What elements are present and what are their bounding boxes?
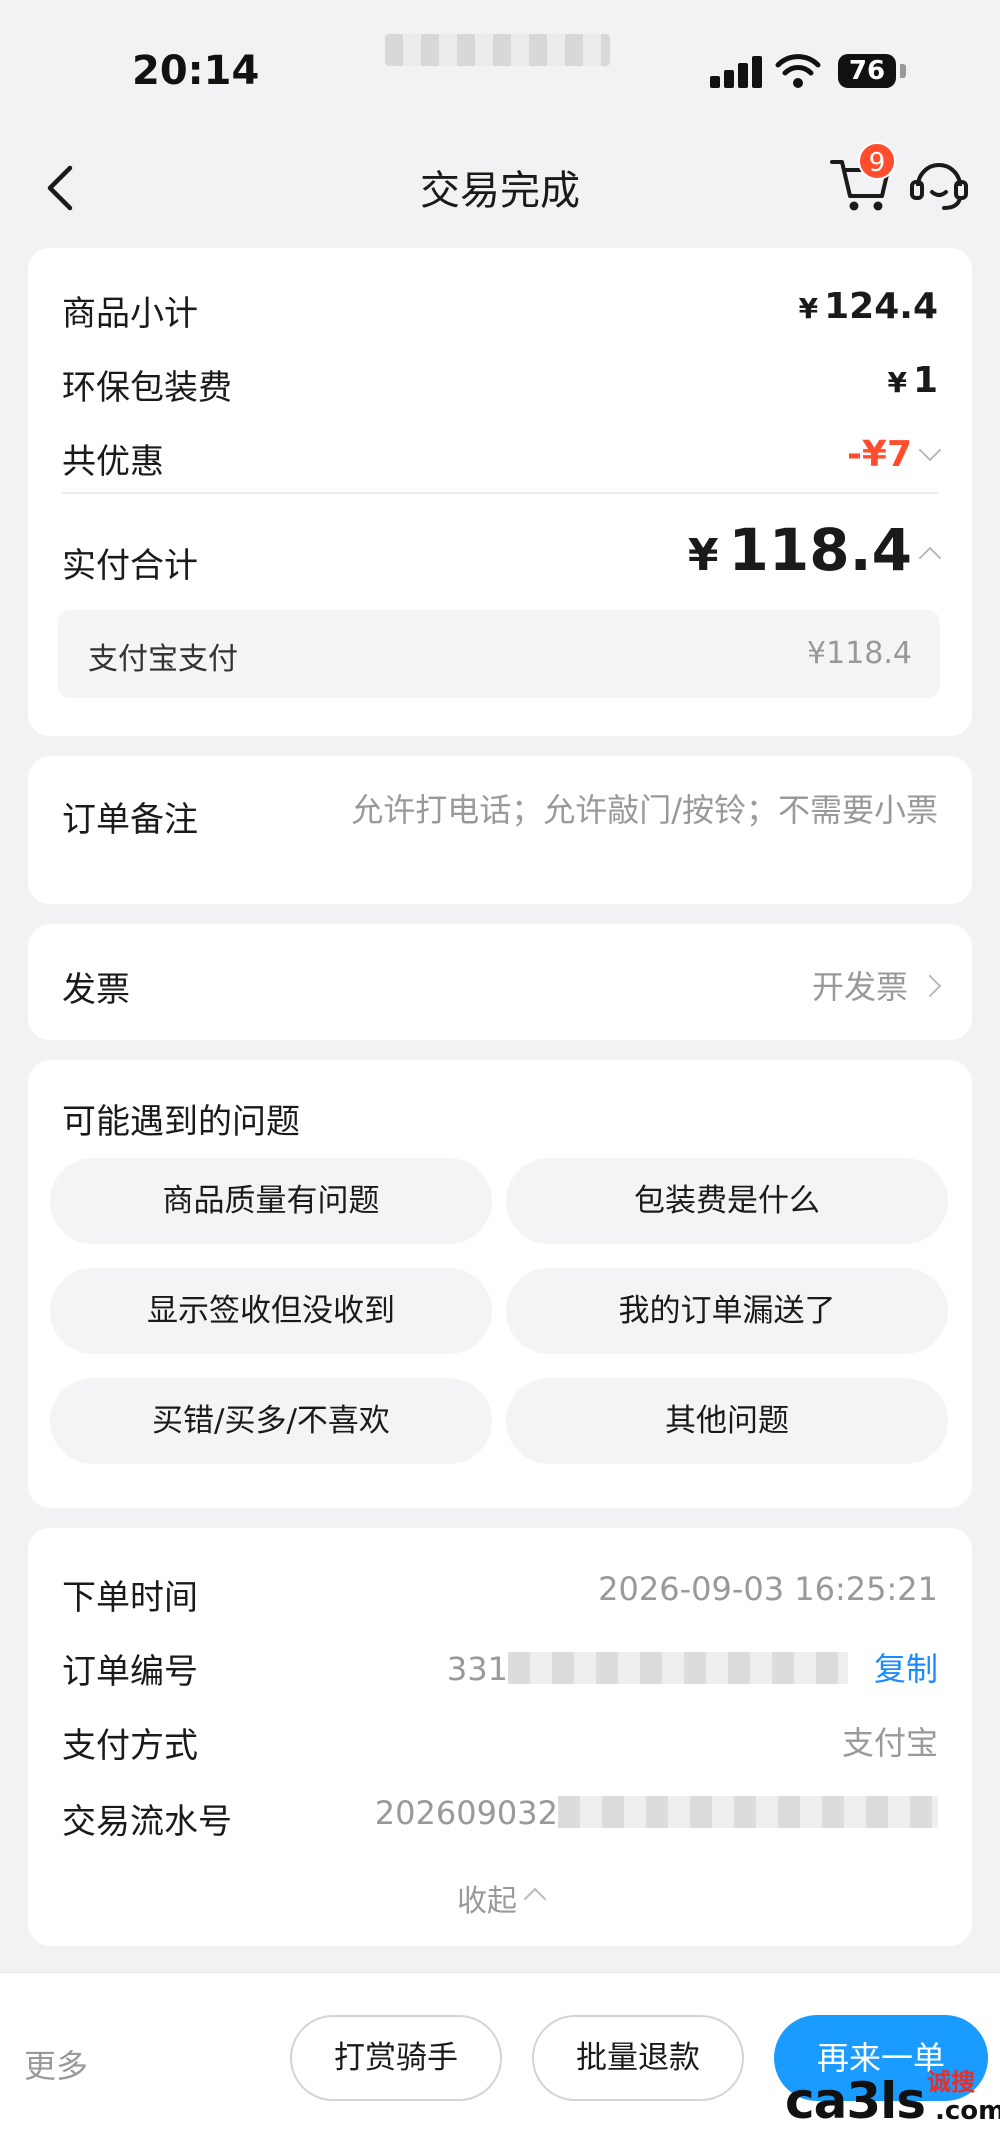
faq-button-packaging-fee[interactable]: 包装费是什么 — [506, 1158, 948, 1244]
battery-icon: 76 — [838, 54, 896, 88]
tip-rider-button[interactable]: 打赏骑手 — [290, 2015, 502, 2101]
faq-button-other[interactable]: 其他问题 — [506, 1378, 948, 1464]
chevron-up-icon — [523, 1887, 547, 1911]
faq-card: 可能遇到的问题 商品质量有问题 包装费是什么 显示签收但没收到 我的订单漏送了 … — [28, 1060, 972, 1508]
order-number-redacted — [507, 1652, 848, 1684]
faq-button-missing-item[interactable]: 我的订单漏送了 — [506, 1268, 948, 1354]
divider — [62, 492, 938, 494]
faq-title: 可能遇到的问题 — [62, 1102, 300, 1142]
serial-number-label: 交易流水号 — [62, 1802, 232, 1842]
signal-icon — [710, 56, 766, 88]
subtotal-label: 商品小计 — [62, 294, 198, 334]
chevron-up-icon — [918, 546, 942, 570]
cart-badge: 9 — [858, 142, 896, 180]
order-number-label: 订单编号 — [62, 1652, 198, 1692]
chevron-down-icon — [918, 438, 942, 462]
wifi-icon — [775, 54, 821, 88]
order-info-card: 下单时间 2026-09-03 16:25:21 订单编号 331 复制 支付方式… — [28, 1528, 972, 1946]
faq-button-not-received[interactable]: 显示签收但没收到 — [50, 1268, 492, 1354]
order-time-label: 下单时间 — [62, 1578, 198, 1618]
faq-button-wrong-purchase[interactable]: 买错/买多/不喜欢 — [50, 1378, 492, 1464]
payment-method-amount: ¥118.4 — [807, 636, 912, 671]
serial-number-redacted — [558, 1796, 938, 1828]
collapse-button[interactable]: 收起 — [28, 1876, 972, 1920]
order-number-value: 331 复制 — [446, 1650, 938, 1688]
payment-method-label: 支付宝支付 — [88, 642, 238, 677]
payment-method-row-value: 支付宝 — [841, 1724, 938, 1762]
status-bar: 20:14 76 — [0, 0, 1000, 130]
packaging-label: 环保包装费 — [62, 368, 232, 408]
payment-method-row-label: 支付方式 — [62, 1726, 198, 1766]
watermark-logo: ca3ls 诚搜 .com — [785, 2068, 1000, 2130]
discount-value[interactable]: -¥7 — [847, 434, 942, 475]
status-redacted-area — [385, 34, 610, 66]
invoice-label: 发票 — [62, 970, 130, 1010]
discount-label: 共优惠 — [62, 442, 164, 482]
order-note-card: 订单备注 允许打电话；允许敲门/按铃；不需要小票 — [28, 756, 972, 904]
copy-button[interactable]: 复制 — [874, 1650, 938, 1688]
invoice-card[interactable]: 发票 开发票 — [28, 924, 972, 1040]
customer-service-icon[interactable] — [908, 156, 970, 214]
chevron-right-icon — [918, 974, 942, 998]
nav-header: 交易完成 9 — [0, 130, 1000, 240]
status-time: 20:14 — [132, 48, 260, 94]
open-invoice-link[interactable]: 开发票 — [812, 962, 942, 1008]
total-label: 实付合计 — [62, 546, 198, 586]
battery-cap — [900, 64, 906, 78]
batch-refund-button[interactable]: 批量退款 — [532, 2015, 744, 2101]
price-card: 商品小计 ¥124.4 环保包装费 ¥1 共优惠 -¥7 实付合计 ¥118.4… — [28, 248, 972, 736]
order-note-label: 订单备注 — [62, 800, 198, 840]
faq-button-quality[interactable]: 商品质量有问题 — [50, 1158, 492, 1244]
order-time-value: 2026-09-03 16:25:21 — [598, 1570, 938, 1608]
payment-method-detail: 支付宝支付 ¥118.4 — [58, 610, 940, 698]
order-note-text: 允许打电话；允许敲门/按铃；不需要小票 — [351, 791, 938, 829]
total-value[interactable]: ¥118.4 — [688, 516, 942, 584]
packaging-value: ¥1 — [887, 360, 938, 401]
more-button[interactable]: 更多 — [24, 2041, 88, 2087]
subtotal-value: ¥124.4 — [798, 286, 938, 327]
serial-number-value: 202609032 — [375, 1794, 938, 1832]
